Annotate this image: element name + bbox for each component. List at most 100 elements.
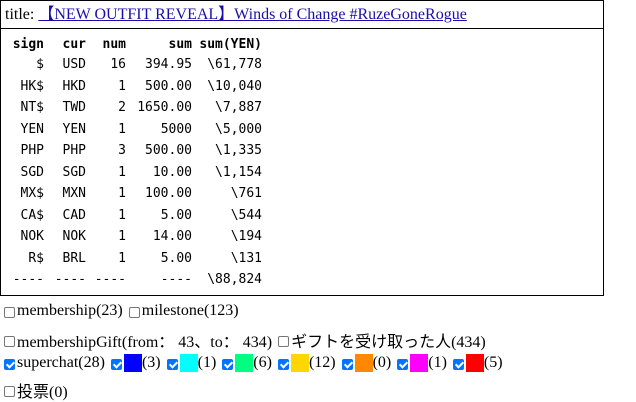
cell-sum: 394.95 bbox=[145, 57, 192, 73]
color-count: (1) bbox=[428, 354, 447, 371]
color-filter-checkbox[interactable] bbox=[110, 358, 122, 370]
cell-sum: 500.00 bbox=[145, 78, 192, 94]
cell-sum-yen: \544 bbox=[230, 207, 262, 223]
color-swatch bbox=[410, 354, 429, 372]
cell-sum: 10.00 bbox=[152, 164, 192, 180]
cell-cur: PHP bbox=[62, 143, 86, 159]
table-row: $ USD 16 394.95 \61,778 bbox=[10, 54, 262, 76]
superchat-color-filter: (6) bbox=[222, 354, 272, 372]
cell-sum-yen: \194 bbox=[230, 229, 262, 245]
gift-received-label: ギフトを受け取った人(434) bbox=[291, 334, 486, 351]
color-count: (12) bbox=[308, 354, 336, 371]
milestone-checkbox[interactable] bbox=[128, 306, 140, 318]
cell-sum-yen: \1,154 bbox=[215, 164, 262, 180]
cell-sum-yen: \1,335 bbox=[215, 143, 262, 159]
color-filter-checkbox[interactable] bbox=[277, 358, 289, 370]
cell-sign: SGD bbox=[20, 164, 44, 180]
cell-num: 3 bbox=[118, 143, 126, 159]
cell-sum: ---- bbox=[160, 272, 192, 288]
color-filter-checkbox[interactable] bbox=[397, 358, 409, 370]
cell-num: 1 bbox=[118, 229, 126, 245]
color-filter-checkbox[interactable] bbox=[341, 358, 353, 370]
cell-sum: 5000 bbox=[160, 121, 192, 137]
superchat-color-filter: (5) bbox=[452, 354, 503, 372]
table-header-row: sign cur num sum sum(YEN) bbox=[10, 35, 262, 54]
header-num: num bbox=[102, 37, 126, 52]
cell-sign: NOK bbox=[20, 229, 44, 245]
cell-sign: ---- bbox=[12, 272, 44, 288]
currency-table: sign cur num sum sum(YEN) $ USD 16 394.95 \6… bbox=[10, 35, 262, 291]
cell-cur: TWD bbox=[62, 100, 86, 116]
table-row: YEN YEN 1 5000 \5,000 bbox=[10, 119, 262, 141]
superchat-color-filter: (3) bbox=[110, 354, 161, 372]
cell-num: 1 bbox=[118, 78, 126, 94]
cell-cur: HKD bbox=[62, 78, 86, 94]
cell-sum-yen: \131 bbox=[230, 250, 262, 266]
membership-label: membership(23) bbox=[17, 302, 123, 319]
header-sign: sign bbox=[12, 37, 44, 52]
superchat-label: superchat(28) bbox=[17, 354, 105, 371]
title-label: title: bbox=[5, 6, 35, 23]
superchat-color-filter: (12) bbox=[277, 354, 336, 372]
superchat-color-filter: (0) bbox=[341, 354, 392, 372]
cell-sum: 14.00 bbox=[152, 229, 192, 245]
cell-sum-yen: \88,824 bbox=[207, 272, 262, 288]
cell-sign: YEN bbox=[20, 121, 44, 137]
cell-sign: CA$ bbox=[20, 207, 44, 223]
color-filter-checkbox[interactable] bbox=[222, 358, 234, 370]
color-filter-checkbox[interactable] bbox=[452, 358, 464, 370]
cell-sum: 500.00 bbox=[145, 143, 192, 159]
milestone-label: milestone(123) bbox=[141, 302, 239, 319]
header-sum-yen: sum(YEN) bbox=[199, 37, 262, 52]
cell-sign: PHP bbox=[20, 143, 44, 159]
cell-cur: CAD bbox=[62, 207, 86, 223]
superchat-group: superchat(28) bbox=[4, 354, 105, 372]
cell-sign: $ bbox=[36, 57, 44, 73]
cell-sign: R$ bbox=[28, 250, 44, 266]
gift-received-checkbox[interactable] bbox=[278, 335, 290, 347]
membership-checkbox[interactable] bbox=[4, 306, 15, 318]
cell-cur: YEN bbox=[62, 121, 86, 137]
color-swatch bbox=[179, 354, 198, 372]
cell-sum: 1650.00 bbox=[137, 100, 192, 116]
color-count: (0) bbox=[372, 354, 392, 371]
color-swatch bbox=[123, 354, 142, 372]
cell-cur: USD bbox=[62, 57, 86, 73]
filter-row-2: membershipGift(from： 43、to： 434) ギフトを受け取… bbox=[4, 328, 486, 352]
superchat-color-filter: (1) bbox=[397, 354, 447, 372]
color-swatch bbox=[290, 354, 309, 372]
video-title-link[interactable]: 【NEW OUTFIT REVEAL】Winds of Change #Ruze… bbox=[38, 6, 466, 23]
cell-sum-yen: \5,000 bbox=[215, 121, 262, 137]
color-filter-checkbox[interactable] bbox=[166, 358, 178, 370]
cell-num: 1 bbox=[118, 207, 126, 223]
color-count: (6) bbox=[253, 354, 272, 371]
vote-checkbox[interactable] bbox=[4, 385, 15, 397]
membership-gift-checkbox[interactable] bbox=[4, 335, 15, 347]
cell-cur: MXN bbox=[62, 186, 86, 202]
superchat-checkbox[interactable] bbox=[4, 358, 15, 370]
cell-sum-yen: \761 bbox=[230, 186, 262, 202]
cell-cur: NOK bbox=[62, 229, 86, 245]
cell-sum: 5.00 bbox=[160, 250, 192, 266]
vote-label: 投票(0) bbox=[17, 384, 68, 401]
table-row: NT$ TWD 2 1650.00 \7,887 bbox=[10, 97, 262, 119]
color-count: (3) bbox=[141, 354, 161, 371]
table-row: PHP PHP 3 500.00 \1,335 bbox=[10, 140, 262, 162]
cell-num: ---- bbox=[94, 272, 126, 288]
table-row: NOK NOK 1 14.00 \194 bbox=[10, 226, 262, 248]
cell-cur: BRL bbox=[62, 250, 86, 266]
title-row: title: 【NEW OUTFIT REVEAL】Winds of Chang… bbox=[1, 1, 603, 29]
header-cur: cur bbox=[62, 37, 86, 52]
cell-num: 1 bbox=[118, 250, 126, 266]
filter-row-3: superchat(28) (3) (1) (6) (12) (0) (1) (5) bbox=[4, 354, 509, 372]
table-row: R$ BRL 1 5.00 \131 bbox=[10, 248, 262, 270]
header-sum: sum bbox=[168, 37, 192, 52]
cell-sum: 100.00 bbox=[145, 186, 192, 202]
color-swatch bbox=[465, 354, 484, 372]
cell-num: 2 bbox=[118, 100, 126, 116]
table-row: HK$ HKD 1 500.00 \10,040 bbox=[10, 76, 262, 98]
cell-num: 1 bbox=[118, 186, 126, 202]
cell-num: 1 bbox=[118, 164, 126, 180]
superchat-color-filter: (1) bbox=[166, 354, 216, 372]
color-count: (5) bbox=[483, 354, 503, 371]
